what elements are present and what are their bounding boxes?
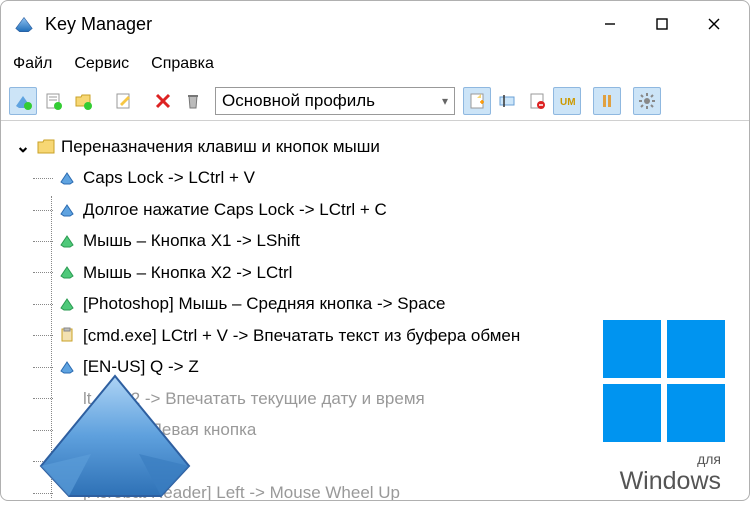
- menu-file[interactable]: Файл: [13, 55, 52, 73]
- minimize-button[interactable]: [587, 8, 633, 40]
- tree-item-label: [Acrobat Reader] Left -> Mouse Wheel Up: [83, 477, 400, 500]
- folder-icon: [37, 138, 55, 156]
- tree-item-label: Мышь – Кнопка X1 -> LShift: [83, 225, 300, 256]
- tree-item[interactable]: [Acrobat Reader] Left -> Mouse Wheel Up: [33, 477, 735, 500]
- add-action-button[interactable]: [39, 87, 67, 115]
- tree-item[interactable]: [Photoshop] Мышь – Средняя кнопка -> Spa…: [33, 288, 735, 319]
- profile-select[interactable]: Основной профиль ▾: [215, 87, 455, 115]
- key-icon: [59, 485, 75, 500]
- app-icon: [13, 13, 35, 35]
- new-profile-button[interactable]: [463, 87, 491, 115]
- tree-item[interactable]: Долгое нажатие Caps Lock -> LCtrl + C: [33, 194, 735, 225]
- tree-root[interactable]: ⌄ Переназначения клавиш и кнопок мыши: [15, 131, 735, 162]
- tree-item-label: Мышь – Кнопка X2 -> LCtrl: [83, 257, 292, 288]
- tree-item[interactable]: Caps Lock -> LCtrl + V: [33, 162, 735, 193]
- key-icon: [59, 202, 75, 218]
- tree-item[interactable]: [EN-US] Q -> Z: [33, 351, 735, 382]
- pause-button[interactable]: [593, 87, 621, 115]
- key-icon: [59, 422, 75, 438]
- tree-item-label: Caps Lock -> LCtrl + V: [83, 162, 255, 193]
- tree-item-label: Долгое нажатие Caps Lock -> LCtrl + C: [83, 194, 387, 225]
- svg-text:UM: UM: [560, 97, 576, 108]
- maximize-button[interactable]: [639, 8, 685, 40]
- um-button[interactable]: UM: [553, 87, 581, 115]
- window-title: Key Manager: [45, 14, 587, 35]
- edit-button[interactable]: [109, 87, 137, 115]
- key-icon: [59, 170, 75, 186]
- tree-item[interactable]: Reader: [33, 445, 735, 476]
- tree-root-label: Переназначения клавиш и кнопок мыши: [61, 131, 380, 162]
- chevron-down-icon: ▾: [442, 94, 448, 108]
- profile-selected: Основной профиль: [222, 91, 442, 111]
- tree-item-label: Reader: [83, 445, 139, 476]
- tree-item[interactable]: lt + F12 -> Впечатать текущие дату и вре…: [33, 383, 735, 414]
- key-icon: [59, 233, 75, 249]
- delete-button[interactable]: [149, 87, 177, 115]
- rename-profile-button[interactable]: [493, 87, 521, 115]
- settings-button[interactable]: [633, 87, 661, 115]
- menu-service[interactable]: Сервис: [74, 55, 129, 73]
- tree-item[interactable]: Мышь – Кнопка X2 -> LCtrl: [33, 257, 735, 288]
- tree-item[interactable]: [cmd.exe] LCtrl + V -> Впечатать текст и…: [33, 320, 735, 351]
- trash-button[interactable]: [179, 87, 207, 115]
- key-icon: [59, 296, 75, 312]
- tree-item-label: [EN-US] Q -> Z: [83, 351, 199, 382]
- tree-item-label: [cmd.exe] LCtrl + V -> Впечатать текст и…: [83, 320, 520, 351]
- tree-item-label: [Photoshop] Мышь – Средняя кнопка -> Spa…: [83, 288, 445, 319]
- tree-item[interactable]: Мышь – Левая кнопка: [33, 414, 735, 445]
- key-icon: [59, 359, 75, 375]
- delete-profile-button[interactable]: [523, 87, 551, 115]
- key-icon: [59, 327, 75, 343]
- tree-item-label: Мышь – Левая кнопка: [83, 414, 256, 445]
- close-button[interactable]: [691, 8, 737, 40]
- add-folder-button[interactable]: [69, 87, 97, 115]
- add-key-button[interactable]: [9, 87, 37, 115]
- tree-item[interactable]: Мышь – Кнопка X1 -> LShift: [33, 225, 735, 256]
- collapse-icon[interactable]: ⌄: [15, 131, 31, 162]
- tree-item-label: lt + F12 -> Впечатать текущие дату и вре…: [83, 383, 425, 414]
- menu-help[interactable]: Справка: [151, 55, 214, 73]
- key-icon: [59, 390, 75, 406]
- key-icon: [59, 264, 75, 280]
- key-icon: [59, 453, 75, 469]
